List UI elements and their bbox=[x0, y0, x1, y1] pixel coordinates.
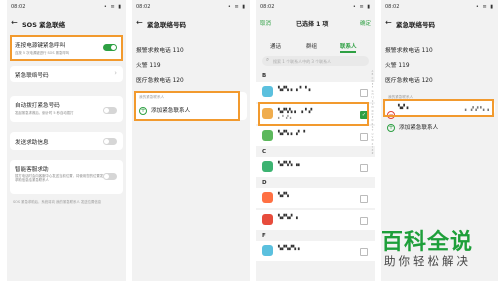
page-header: 取消 已选择 1 项 确定 bbox=[260, 18, 371, 30]
contact-checkbox[interactable] bbox=[360, 89, 368, 97]
sos-settings-screen: 08:02 • ≡ ▮ ← SOS 紧急联络 连按电源键紧急呼叫 连按 5 次电… bbox=[7, 0, 126, 281]
contact-row[interactable]: ▚▞▚ ▖▗ ▘▝▗ bbox=[256, 82, 375, 102]
smart-alarm-title: 智能客服求助 bbox=[15, 167, 49, 173]
toggle-knob bbox=[104, 174, 109, 179]
watermark-logo-text: 百科全说 bbox=[381, 230, 474, 255]
tab-groups[interactable]: 群组 bbox=[306, 42, 317, 50]
contact-row[interactable]: ▚▞▚▚ ▗▖ bbox=[256, 157, 375, 177]
page-header: ← 紧急联络号码 bbox=[136, 18, 246, 30]
auto-dial-subtitle: 发起紧急求救后，倒计时 5 秒自动拨打 bbox=[15, 111, 74, 115]
smart-alarm-toggle[interactable] bbox=[103, 173, 117, 180]
status-icons: • ≡ ▮ bbox=[227, 4, 246, 10]
status-bar: 08:02 • ≡ ▮ bbox=[385, 4, 494, 12]
confirm-button[interactable]: 确定 bbox=[360, 19, 371, 27]
status-time: 08:02 bbox=[11, 4, 26, 10]
select-contact-screen: 08:02 • ≡ ▮ 取消 已选择 1 项 确定 通话 群组 联系人 ⌕ 搜索… bbox=[256, 0, 375, 281]
chevron-right-icon: › bbox=[114, 69, 117, 77]
status-icons: • ≡ ▮ bbox=[352, 4, 371, 10]
back-arrow-icon[interactable]: ← bbox=[385, 19, 392, 27]
highlight-box bbox=[258, 102, 369, 126]
highlight-box bbox=[383, 99, 494, 117]
police-number[interactable]: 报警求救电话 110 bbox=[385, 45, 433, 54]
search-placeholder: 搜索 1 个联系人中的 3 个联系人 bbox=[273, 59, 332, 64]
ambulance-number[interactable]: 医疗急救电话 120 bbox=[136, 75, 184, 84]
page-title: 已选择 1 项 bbox=[296, 21, 329, 28]
contact-name: ▚▞▚ ▖▗ ▘▝▗ bbox=[278, 87, 311, 92]
contact-name: ▚▞▚ bbox=[278, 193, 289, 198]
active-tab-indicator bbox=[340, 51, 356, 53]
highlight-box bbox=[134, 91, 240, 121]
status-bar: 08:02 • ≡ ▮ bbox=[136, 4, 246, 12]
footer-note: SOS 紧急求助后，系统将向 我的紧急联系人 发送位置信息 bbox=[13, 200, 102, 204]
send-help-row[interactable]: 发送求助信息 bbox=[10, 132, 123, 150]
status-icons: • ≡ ▮ bbox=[103, 4, 122, 10]
group-letter-b: B bbox=[262, 73, 267, 79]
status-time: 08:02 bbox=[260, 4, 275, 10]
page-header: ← SOS 紧急联络 bbox=[11, 18, 122, 30]
contact-avatar bbox=[262, 214, 273, 225]
page-title: 紧急联络号码 bbox=[147, 21, 186, 29]
contact-checkbox[interactable] bbox=[360, 195, 368, 203]
contact-avatar bbox=[262, 130, 273, 141]
auto-dial-title: 自动拨打紧急号码 bbox=[15, 103, 60, 109]
status-icons: • ≡ ▮ bbox=[475, 4, 494, 10]
group-letter-c: C bbox=[262, 149, 267, 155]
search-icon: ⌕ bbox=[266, 57, 270, 63]
plus-icon: + bbox=[387, 123, 395, 132]
group-letter-f: F bbox=[262, 233, 266, 239]
tab-bar: 通话 群组 联系人 bbox=[256, 40, 375, 53]
contact-row[interactable]: ▚▞▚▞ ▗ bbox=[256, 210, 375, 230]
page-header: ← 紧急联络号码 bbox=[385, 18, 494, 30]
contact-row[interactable]: ▚▞▚ ▖▗▘▝ bbox=[256, 126, 375, 146]
contact-avatar bbox=[262, 245, 273, 256]
toggle-knob bbox=[104, 108, 109, 113]
emergency-contacts-row[interactable]: 紧急联络号码 › bbox=[10, 66, 123, 82]
alphabet-index-bar[interactable]: A B C D E F G H I J K L M N O P Q R S T … bbox=[371, 70, 374, 156]
smart-alarm-subtitle: 拨打电话时会向客服中心发送当前位置，将使用您的位置发送求助信息给紧急联系人 bbox=[15, 174, 107, 183]
contact-avatar bbox=[262, 86, 273, 97]
contact-checkbox[interactable] bbox=[360, 217, 368, 225]
status-bar: 08:02 • ≡ ▮ bbox=[260, 4, 371, 12]
send-help-title: 发送求助信息 bbox=[15, 140, 49, 146]
toggle-knob bbox=[104, 139, 109, 144]
back-arrow-icon[interactable]: ← bbox=[136, 19, 143, 27]
auto-dial-row[interactable]: 自动拨打紧急号码 发起紧急求救后，倒计时 5 秒自动拨打 bbox=[10, 96, 123, 122]
cancel-button[interactable]: 取消 bbox=[260, 19, 271, 27]
contact-row[interactable]: ▚▞▚▞▚ ▖ bbox=[256, 241, 375, 261]
highlight-box bbox=[10, 35, 123, 61]
search-input[interactable]: ⌕ 搜索 1 个联系人中的 3 个联系人 bbox=[262, 56, 369, 66]
tab-contacts[interactable]: 联系人 bbox=[340, 42, 357, 50]
watermark-slogan: 助你轻松解决 bbox=[384, 254, 471, 268]
auto-dial-toggle[interactable] bbox=[103, 107, 117, 114]
contact-name: ▚▞▚ ▖▗▘▝ bbox=[278, 131, 306, 136]
smart-alarm-row[interactable]: 智能客服求助 拨打电话时会向客服中心发送当前位置，将使用您的位置发送求助信息给紧… bbox=[10, 160, 123, 194]
emergency-numbers-screen: 08:02 • ≡ ▮ ← 紧急联络号码 报警求救电话 110 火警 119 医… bbox=[132, 0, 250, 281]
contact-name: ▚▞▚▚ ▗▖ bbox=[278, 162, 302, 167]
contact-checkbox[interactable] bbox=[360, 164, 368, 172]
page-title: SOS 紧急联络 bbox=[22, 21, 66, 29]
police-number[interactable]: 报警求救电话 110 bbox=[136, 45, 184, 54]
status-bar: 08:02 • ≡ ▮ bbox=[11, 4, 122, 12]
contact-name: ▚▞▚▞ ▗ bbox=[278, 215, 298, 220]
contact-avatar bbox=[262, 192, 273, 203]
status-time: 08:02 bbox=[385, 4, 400, 10]
fire-number[interactable]: 火警 119 bbox=[136, 60, 161, 69]
contact-avatar bbox=[262, 161, 273, 172]
back-arrow-icon[interactable]: ← bbox=[11, 19, 18, 27]
contact-row[interactable]: ▚▞▚ bbox=[256, 188, 375, 208]
status-time: 08:02 bbox=[136, 4, 151, 10]
emergency-contacts-label: 紧急联络号码 bbox=[15, 73, 49, 79]
contact-checkbox[interactable] bbox=[360, 133, 368, 141]
add-contact-label: 添加紧急联系人 bbox=[399, 125, 439, 131]
contact-name: ▚▞▚▞▚ ▖ bbox=[278, 246, 302, 251]
ambulance-number[interactable]: 医疗急救电话 120 bbox=[385, 75, 433, 84]
tab-calls[interactable]: 通话 bbox=[270, 42, 281, 50]
contact-checkbox[interactable] bbox=[360, 248, 368, 256]
page-title: 紧急联络号码 bbox=[396, 21, 435, 29]
fire-number[interactable]: 火警 119 bbox=[385, 60, 410, 69]
send-help-toggle[interactable] bbox=[103, 138, 117, 145]
group-letter-d: D bbox=[262, 180, 267, 186]
add-contact-button[interactable]: + 添加紧急联系人 bbox=[387, 123, 438, 132]
